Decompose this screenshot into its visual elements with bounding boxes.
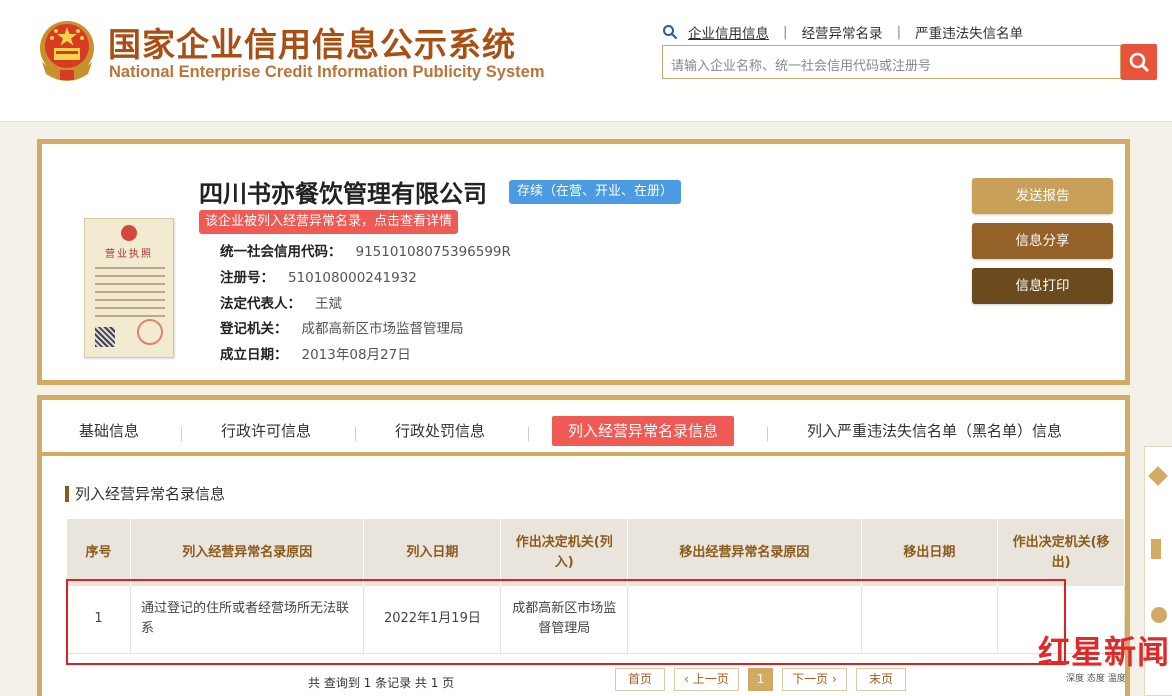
field-value: 510108000241932 [288,270,417,286]
tab-separator [355,427,356,441]
tab-separator [528,427,529,441]
cell-removal-reason [627,586,862,654]
print-button[interactable]: 信息打印 [972,268,1113,304]
column-header: 移出经营异常名录原因 [627,519,862,586]
send-report-button[interactable]: 发送报告 [972,178,1113,214]
search-button[interactable] [1121,44,1157,80]
nav-abnormal-list[interactable]: 经营异常名录 [802,22,883,42]
site-subtitle: National Enterprise Credit Information P… [109,63,545,81]
cell-listing-authority: 成都高新区市场监督管理局 [500,586,629,654]
info-icon [1151,607,1167,623]
company-name: 四川书亦餐饮管理有限公司 [199,180,487,208]
section-title: 列入经营异常名录信息 [65,486,225,502]
business-license-image[interactable]: 营业执照 [84,218,174,358]
tab-blacklist[interactable]: 列入严重违法失信名单（黑名单）信息 [807,416,1062,446]
detail-panel: 基础信息 行政许可信息 行政处罚信息 列入经营异常名录信息 列入严重违法失信名单… [37,395,1130,696]
column-header: 序号 [67,519,132,586]
cell-removal-date [861,586,999,654]
tab-admin-penalty[interactable]: 行政处罚信息 [395,416,485,446]
abnormal-alert-link[interactable]: 该企业被列入经营异常名录，点击查看详情 [199,210,459,234]
tab-bar: 基础信息 行政许可信息 行政处罚信息 列入经营异常名录信息 列入严重违法失信名单… [42,400,1125,456]
news-watermark-logo: 红星新闻 深度 态度 温度 [1038,627,1170,684]
last-page-button[interactable]: 末页 [856,668,906,691]
info-established-date: 成立日期： 2013年08月27日 [220,343,411,363]
bookmark-icon [1148,466,1168,486]
prev-page-label: 上一页 [692,672,729,686]
chevron-left-icon: ‹ [684,672,693,686]
field-value: 91510108075396599R [355,244,511,260]
license-text-lines [95,267,165,323]
nav-enterprise-credit[interactable]: 企业信用信息 [688,22,769,42]
table-row: 1 通过登记的住所或者经营场所无法联系 2022年1月19日 成都高新区市场监督… [67,586,1125,654]
field-value: 2013年08月27日 [301,347,411,363]
field-value: 成都高新区市场监督管理局 [301,321,464,337]
column-header: 移出日期 [861,519,999,586]
nav-blacklist[interactable]: 严重违法失信名单 [915,22,1023,42]
cell-index: 1 [67,586,132,654]
next-page-button[interactable]: 下一页 › [782,668,847,691]
tab-abnormal-list[interactable]: 列入经营异常名录信息 [552,416,735,446]
site-header: 国家企业信用信息公示系统 National Enterprise Credit … [0,0,1172,122]
nav-separator: | [783,24,788,40]
current-page-button[interactable]: 1 [748,668,773,691]
qr-code-icon [95,327,115,347]
document-icon [1151,539,1161,559]
site-title: 国家企业信用信息公示系统 [108,25,516,64]
search-input[interactable]: 请输入企业名称、统一社会信用代码或注册号 [662,45,1121,79]
license-title: 营业执照 [105,249,153,260]
cell-listing-reason: 通过登记的住所或者经营场所无法联系 [130,586,365,654]
next-page-label: 下一页 [792,672,829,686]
tab-basic-info[interactable]: 基础信息 [79,416,139,446]
seal-icon [137,319,163,345]
top-nav: 企业信用信息 | 经营异常名录 | 严重违法失信名单 [662,22,1023,42]
status-badge: 存续（在营、开业、在册） [509,180,682,204]
field-label: 法定代表人： [220,296,301,312]
tab-admin-license[interactable]: 行政许可信息 [221,416,311,446]
nav-separator: | [896,24,902,40]
first-page-button[interactable]: 首页 [615,668,665,691]
cell-listing-date: 2022年1月19日 [363,586,502,654]
column-header: 作出决定机关(移出) [997,519,1125,586]
magnifier-icon [663,25,678,40]
company-summary-panel: 营业执照 四川书亦餐饮管理有限公司 存续（在营、开业、在册） 该企业被列入经营异… [37,139,1130,385]
column-header: 作出决定机关(列入) [500,519,629,586]
pagination-summary: 共 查询到 1 条记录 共 1 页 [308,676,455,690]
watermark-main: 红星新闻 [1038,633,1171,671]
field-label: 成立日期： [220,347,288,363]
column-header: 列入日期 [363,519,502,586]
field-label: 注册号： [220,270,274,286]
tab-separator [767,427,768,441]
tab-separator [181,427,182,441]
search-icon [1129,52,1150,73]
info-credit-code: 统一社会信用代码： 91510108075396599R [220,240,511,260]
info-reg-number: 注册号： 510108000241932 [220,266,417,286]
field-label: 登记机关： [220,321,288,337]
chevron-right-icon: › [828,672,837,686]
info-reg-authority: 登记机关： 成都高新区市场监督管理局 [220,317,464,337]
column-header: 列入经营异常名录原因 [130,519,365,586]
national-emblem-icon [40,21,94,81]
prev-page-button[interactable]: ‹ 上一页 [674,668,739,691]
table-header-row: 序号 列入经营异常名录原因 列入日期 作出决定机关(列入) 移出经营异常名录原因… [67,519,1125,586]
field-value: 王斌 [315,296,342,312]
info-legal-rep: 法定代表人： 王斌 [220,292,342,312]
license-emblem-icon [121,225,137,241]
field-label: 统一社会信用代码： [220,244,342,260]
abnormal-record-table: 序号 列入经营异常名录原因 列入日期 作出决定机关(列入) 移出经营异常名录原因… [67,519,1125,654]
share-button[interactable]: 信息分享 [972,223,1113,259]
